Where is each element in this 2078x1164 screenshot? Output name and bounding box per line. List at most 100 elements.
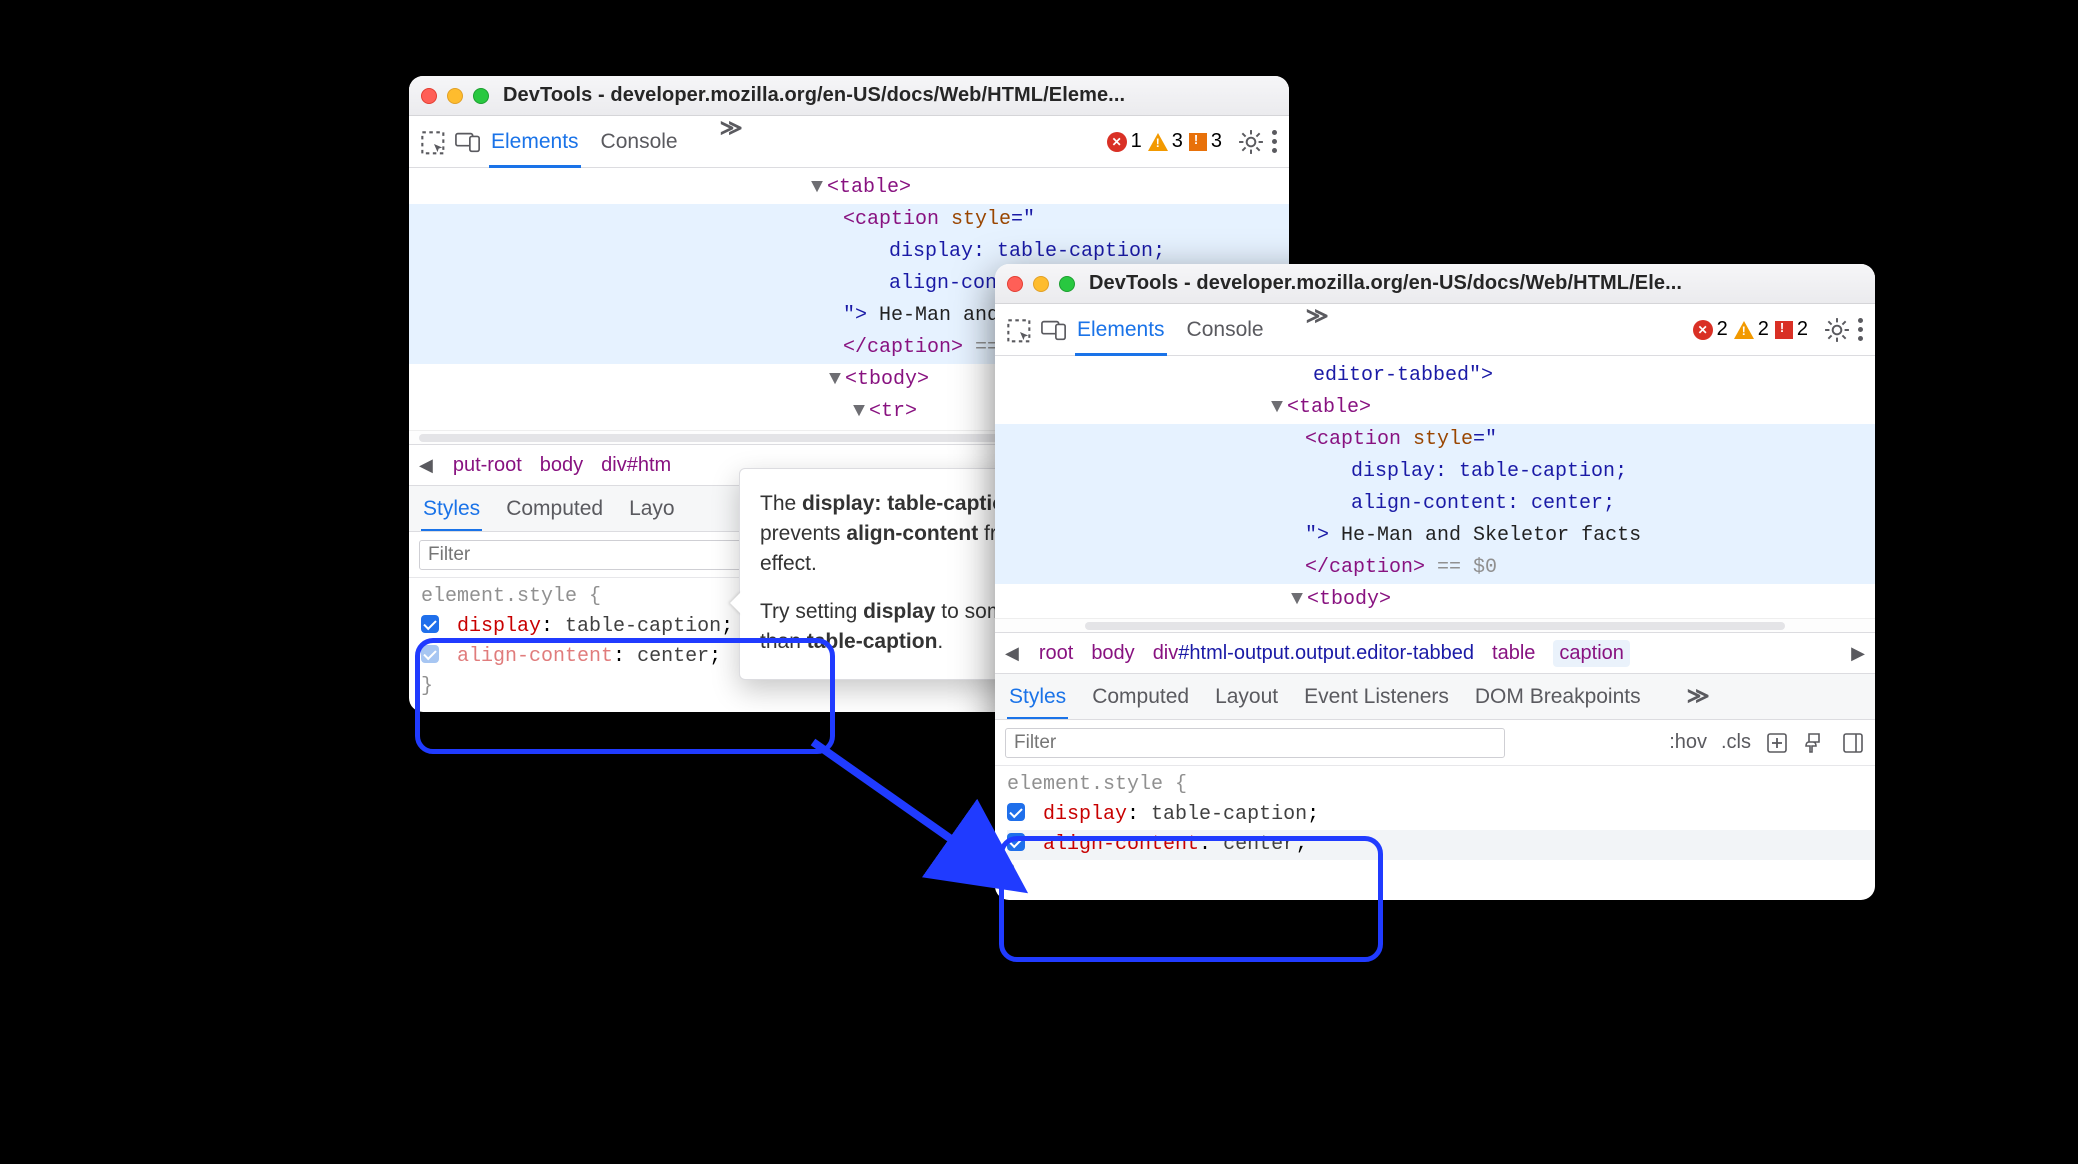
- breadcrumb-prev-icon[interactable]: ◀: [417, 455, 435, 476]
- caret-icon[interactable]: ▼: [827, 364, 843, 396]
- tab-styles[interactable]: Styles: [1009, 674, 1066, 719]
- more-subtabs-icon[interactable]: ≫: [1687, 684, 1710, 709]
- css-rule-selector[interactable]: element.style {: [1007, 770, 1875, 800]
- tab-elements[interactable]: Elements: [491, 116, 579, 167]
- issue-counters[interactable]: 1 3 3: [1107, 130, 1222, 153]
- inspect-element-icon[interactable]: [417, 125, 451, 159]
- maximize-icon[interactable]: [473, 88, 489, 104]
- property-toggle-checkbox[interactable]: [1007, 803, 1025, 821]
- gear-icon[interactable]: [1820, 313, 1854, 347]
- styles-filter-input[interactable]: [1005, 728, 1505, 758]
- tree-row[interactable]: ▼<table>: [409, 172, 1289, 204]
- gear-icon[interactable]: [1234, 125, 1268, 159]
- tree-row[interactable]: editor-tabbed">: [995, 360, 1875, 392]
- caret-icon[interactable]: ▼: [1289, 584, 1305, 616]
- breadcrumb-item[interactable]: caption: [1553, 640, 1630, 667]
- minimize-icon[interactable]: [1033, 276, 1049, 292]
- caret-icon[interactable]: ▼: [809, 172, 825, 204]
- property-toggle-checkbox[interactable]: [421, 615, 439, 633]
- tab-event-listeners[interactable]: Event Listeners: [1304, 674, 1449, 719]
- tab-console[interactable]: Console: [1187, 304, 1264, 355]
- device-toggle-icon[interactable]: [451, 125, 485, 159]
- styles-pane[interactable]: element.style { display: table-caption; …: [995, 766, 1875, 900]
- devtools-window-after: DevTools - developer.mozilla.org/en-US/d…: [995, 264, 1875, 900]
- breadcrumb-item[interactable]: div#htm: [601, 454, 671, 477]
- tab-styles[interactable]: Styles: [423, 486, 480, 531]
- new-style-rule-icon[interactable]: [1765, 731, 1789, 755]
- panel-tabs: Elements Console ≫: [1077, 304, 1329, 355]
- caret-icon[interactable]: ▼: [1269, 392, 1285, 424]
- main-toolbar: Elements Console ≫ 2 2 2: [995, 304, 1875, 356]
- css-rule-close: }: [1007, 860, 1875, 890]
- inspect-element-icon[interactable]: [1003, 313, 1037, 347]
- elements-tree[interactable]: editor-tabbed"> ▼<table> <caption style=…: [995, 356, 1875, 618]
- flag-icon: [1189, 133, 1207, 151]
- kebab-menu-icon[interactable]: [1854, 314, 1867, 345]
- window-title: DevTools - developer.mozilla.org/en-US/d…: [1089, 272, 1682, 295]
- styles-filter-row: :hov .cls: [995, 720, 1875, 766]
- tree-row[interactable]: ▼<table>: [995, 392, 1875, 424]
- breadcrumb-prev-icon[interactable]: ◀: [1003, 643, 1021, 664]
- close-icon[interactable]: [1007, 276, 1023, 292]
- tree-row[interactable]: display: table-caption;: [995, 456, 1875, 488]
- error-icon: [1107, 132, 1127, 152]
- breadcrumb-item[interactable]: div#html-output.output.editor-tabbed: [1153, 642, 1474, 665]
- kebab-menu-icon[interactable]: [1268, 126, 1281, 157]
- breadcrumb-bar: ◀ root body div#html-output.output.edito…: [995, 632, 1875, 674]
- tab-dom-breakpoints[interactable]: DOM Breakpoints: [1475, 674, 1641, 719]
- warning-count[interactable]: 2: [1734, 318, 1769, 341]
- horizontal-scrollbar[interactable]: [995, 618, 1875, 632]
- tree-row[interactable]: </caption> == $0: [995, 552, 1875, 584]
- tab-computed[interactable]: Computed: [506, 486, 603, 531]
- breadcrumb-next-icon[interactable]: ▶: [1849, 643, 1867, 664]
- breadcrumb-item[interactable]: body: [1091, 642, 1134, 665]
- tooltip-pointer-icon: [730, 591, 742, 615]
- traffic-lights: [421, 88, 489, 104]
- tree-row[interactable]: <caption style=": [995, 424, 1875, 456]
- title-bar: DevTools - developer.mozilla.org/en-US/d…: [409, 76, 1289, 116]
- hov-toggle[interactable]: :hov: [1669, 731, 1707, 754]
- tree-row[interactable]: ▼<tbody>: [995, 584, 1875, 616]
- maximize-icon[interactable]: [1059, 276, 1075, 292]
- breadcrumb-item[interactable]: body: [540, 454, 583, 477]
- tab-layout[interactable]: Layo: [629, 486, 675, 531]
- more-tabs-icon[interactable]: ≫: [1306, 304, 1329, 355]
- paint-brush-icon[interactable]: [1803, 731, 1827, 755]
- tree-row[interactable]: "> He-Man and Skeletor facts: [995, 520, 1875, 552]
- window-title: DevTools - developer.mozilla.org/en-US/d…: [503, 84, 1125, 107]
- issue-count[interactable]: 3: [1189, 130, 1222, 153]
- css-declaration[interactable]: align-content: center;: [1007, 830, 1875, 860]
- minimize-icon[interactable]: [447, 88, 463, 104]
- issue-counters[interactable]: 2 2 2: [1693, 318, 1808, 341]
- close-icon[interactable]: [421, 88, 437, 104]
- caret-icon[interactable]: ▼: [851, 396, 867, 428]
- computed-sidebar-icon[interactable]: [1841, 731, 1865, 755]
- error-icon: [1693, 320, 1713, 340]
- tree-row[interactable]: <caption style=": [409, 204, 1289, 236]
- issue-count[interactable]: 2: [1775, 318, 1808, 341]
- tab-elements[interactable]: Elements: [1077, 304, 1165, 355]
- title-bar: DevTools - developer.mozilla.org/en-US/d…: [995, 264, 1875, 304]
- property-toggle-checkbox[interactable]: [421, 645, 439, 663]
- error-count[interactable]: 2: [1693, 318, 1728, 341]
- tab-console[interactable]: Console: [601, 116, 678, 167]
- warning-icon: [1148, 133, 1168, 151]
- styles-subtabs: Styles Computed Layout Event Listeners D…: [995, 674, 1875, 720]
- breadcrumb-item[interactable]: put-root: [453, 454, 522, 477]
- breadcrumb-item[interactable]: root: [1039, 642, 1073, 665]
- panel-tabs: Elements Console ≫: [491, 116, 743, 167]
- error-count[interactable]: 1: [1107, 130, 1142, 153]
- tab-layout[interactable]: Layout: [1215, 674, 1278, 719]
- tree-row[interactable]: align-content: center;: [995, 488, 1875, 520]
- warning-count[interactable]: 3: [1148, 130, 1183, 153]
- breadcrumb-item[interactable]: table: [1492, 642, 1535, 665]
- warning-icon: [1734, 321, 1754, 339]
- property-toggle-checkbox[interactable]: [1007, 833, 1025, 851]
- more-tabs-icon[interactable]: ≫: [720, 116, 743, 167]
- flag-icon: [1775, 321, 1793, 339]
- traffic-lights: [1007, 276, 1075, 292]
- cls-toggle[interactable]: .cls: [1721, 731, 1751, 754]
- device-toggle-icon[interactable]: [1037, 313, 1071, 347]
- tab-computed[interactable]: Computed: [1092, 674, 1189, 719]
- css-declaration[interactable]: display: table-caption;: [1007, 800, 1875, 830]
